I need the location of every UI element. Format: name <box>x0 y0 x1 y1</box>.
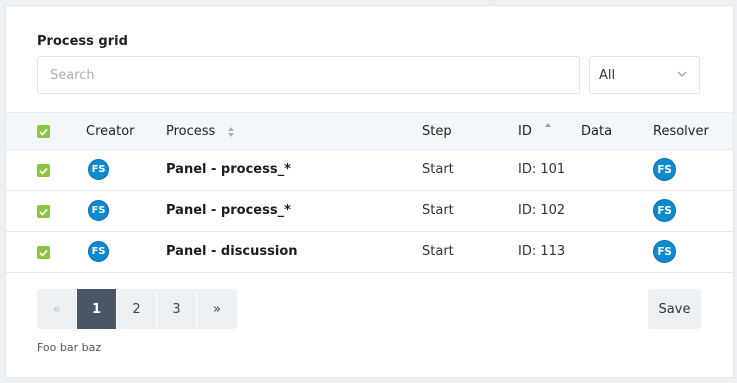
resolver-avatar: FS <box>653 199 676 222</box>
resolver-avatar: FS <box>653 240 676 263</box>
table-row[interactable]: FS Panel - process_* Start ID: 102 FS <box>6 191 733 232</box>
creator-avatar: FS <box>88 241 109 262</box>
save-button[interactable]: Save <box>648 289 701 329</box>
check-icon <box>39 208 48 216</box>
step-value: Start <box>422 162 454 177</box>
column-header-id-label: ID <box>518 124 532 139</box>
process-name[interactable]: Panel - process_* <box>166 203 291 218</box>
row-checkbox[interactable] <box>37 164 50 177</box>
id-value: ID: 113 <box>518 244 566 259</box>
column-header-step[interactable]: Step <box>422 124 452 139</box>
pagination-prev-button[interactable]: « <box>37 289 77 329</box>
process-grid-panel: Process grid All Creator Process Step ID <box>5 5 734 378</box>
table-header: Creator Process Step ID Data Resolver <box>6 112 733 150</box>
creator-avatar: FS <box>88 200 109 221</box>
filter-select[interactable]: All <box>589 56 700 94</box>
id-value: ID: 101 <box>518 162 566 177</box>
pagination: « 1 2 3 » <box>37 289 237 329</box>
select-all-checkbox[interactable] <box>37 125 50 138</box>
resolver-avatar: FS <box>653 158 676 181</box>
creator-avatar: FS <box>88 159 109 180</box>
column-header-data[interactable]: Data <box>581 124 612 139</box>
check-icon <box>39 128 48 136</box>
pagination-page-1[interactable]: 1 <box>77 289 117 329</box>
column-header-process-label: Process <box>166 124 216 139</box>
sort-both-icon <box>228 126 235 137</box>
process-name[interactable]: Panel - process_* <box>166 162 291 177</box>
pagination-page-2[interactable]: 2 <box>117 289 157 329</box>
process-name[interactable]: Panel - discussion <box>166 244 298 259</box>
filter-selected-value: All <box>599 68 616 83</box>
row-checkbox[interactable] <box>37 205 50 218</box>
search-input[interactable] <box>37 56 580 94</box>
check-icon <box>39 167 48 175</box>
chevron-down-icon <box>677 71 687 77</box>
column-header-id[interactable]: ID <box>518 122 552 139</box>
column-header-process[interactable]: Process <box>166 124 235 139</box>
row-checkbox[interactable] <box>37 246 50 259</box>
check-icon <box>39 249 48 257</box>
pagination-page-3[interactable]: 3 <box>157 289 197 329</box>
footer-text: Foo bar baz <box>37 341 102 354</box>
grid-title: Process grid <box>37 34 128 49</box>
top-divider <box>488 0 489 4</box>
table-row[interactable]: FS Panel - process_* Start ID: 101 FS <box>6 150 733 191</box>
step-value: Start <box>422 244 454 259</box>
sort-ascending-icon <box>545 122 551 127</box>
step-value: Start <box>422 203 454 218</box>
pagination-next-button[interactable]: » <box>197 289 237 329</box>
table-row[interactable]: FS Panel - discussion Start ID: 113 FS <box>6 232 733 273</box>
column-header-resolver[interactable]: Resolver <box>653 124 709 139</box>
id-value: ID: 102 <box>518 203 566 218</box>
column-header-creator[interactable]: Creator <box>86 124 135 139</box>
